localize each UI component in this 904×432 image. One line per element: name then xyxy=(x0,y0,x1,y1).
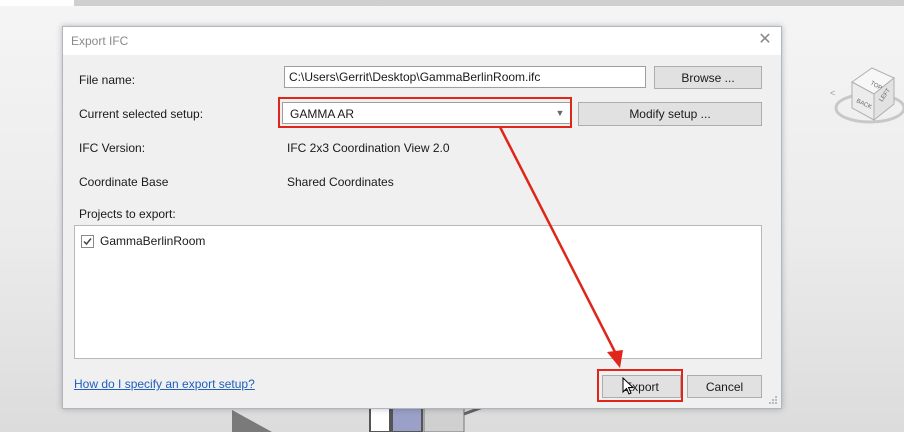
file-name-label: File name: xyxy=(79,73,136,87)
dialog-title: Export IFC xyxy=(71,34,129,48)
active-tab-strip xyxy=(0,0,74,6)
coordinate-base-label: Coordinate Base xyxy=(79,175,169,189)
file-name-input[interactable] xyxy=(285,67,645,87)
projects-label: Projects to export: xyxy=(79,207,176,221)
cancel-button[interactable]: Cancel xyxy=(687,375,762,398)
chevron-down-icon[interactable]: ▼ xyxy=(553,106,567,120)
dialog-titlebar: Export IFC ✕ xyxy=(63,27,781,55)
resize-grip-icon[interactable] xyxy=(768,395,778,405)
project-checkbox[interactable] xyxy=(81,234,94,248)
close-icon[interactable]: ✕ xyxy=(755,30,775,50)
checkmark-icon xyxy=(83,237,92,245)
list-item[interactable]: GammaBerlinRoom xyxy=(81,233,205,249)
project-name: GammaBerlinRoom xyxy=(100,234,206,248)
setup-label: Current selected setup: xyxy=(79,107,204,121)
mouse-cursor-icon xyxy=(622,377,634,395)
svg-text:<: < xyxy=(830,88,835,98)
file-name-field[interactable] xyxy=(284,66,646,88)
help-link[interactable]: How do I specify an export setup? xyxy=(74,377,255,391)
setup-dropdown[interactable]: GAMMA AR ▼ xyxy=(282,102,572,124)
viewcube-icon[interactable]: TOP BACK LEFT < xyxy=(830,38,904,138)
ifc-version-value: IFC 2x3 Coordination View 2.0 xyxy=(287,141,450,155)
ifc-version-label: IFC Version: xyxy=(79,141,146,155)
browse-button[interactable]: Browse ... xyxy=(654,66,762,89)
setup-dropdown-value: GAMMA AR xyxy=(290,107,355,121)
modify-setup-button[interactable]: Modify setup ... xyxy=(578,102,762,126)
export-ifc-dialog: Export IFC ✕ File name: Browse ... Curre… xyxy=(62,26,782,409)
application-top-bar xyxy=(0,0,904,6)
coordinate-base-value: Shared Coordinates xyxy=(287,175,394,189)
projects-list[interactable]: GammaBerlinRoom xyxy=(74,225,762,359)
export-button[interactable]: Export xyxy=(602,375,681,398)
